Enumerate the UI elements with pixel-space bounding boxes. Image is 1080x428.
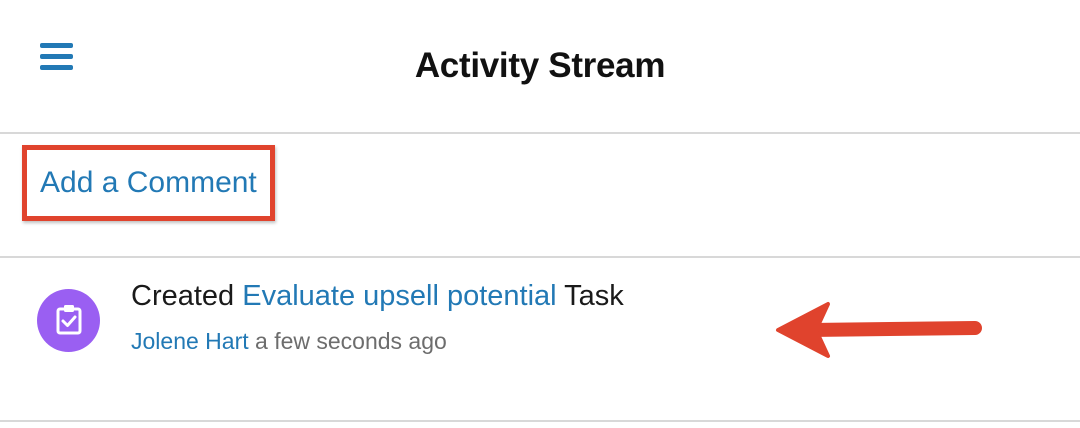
activity-meta: Jolene Hart a few seconds ago [131,328,447,355]
activity-description: Created Evaluate upsell potential Task [131,280,624,313]
header-divider [0,132,1080,134]
header: Activity Stream [0,0,1080,133]
activity-stream-page: Activity Stream Add a Comment Created Ev… [0,0,1080,428]
user-link[interactable]: Jolene Hart [131,328,249,354]
activity-type-avatar [37,289,100,352]
activity-timestamp: a few seconds ago [255,328,447,354]
arrow-annotation-icon [776,302,982,358]
activity-verb: Created [131,280,235,312]
item-divider [0,420,1080,422]
task-clipboard-check-icon [56,305,82,335]
record-link[interactable]: Evaluate upsell potential [242,280,556,312]
record-type: Task [564,280,624,312]
add-comment-link[interactable]: Add a Comment [40,166,257,200]
page-title: Activity Stream [414,46,666,85]
